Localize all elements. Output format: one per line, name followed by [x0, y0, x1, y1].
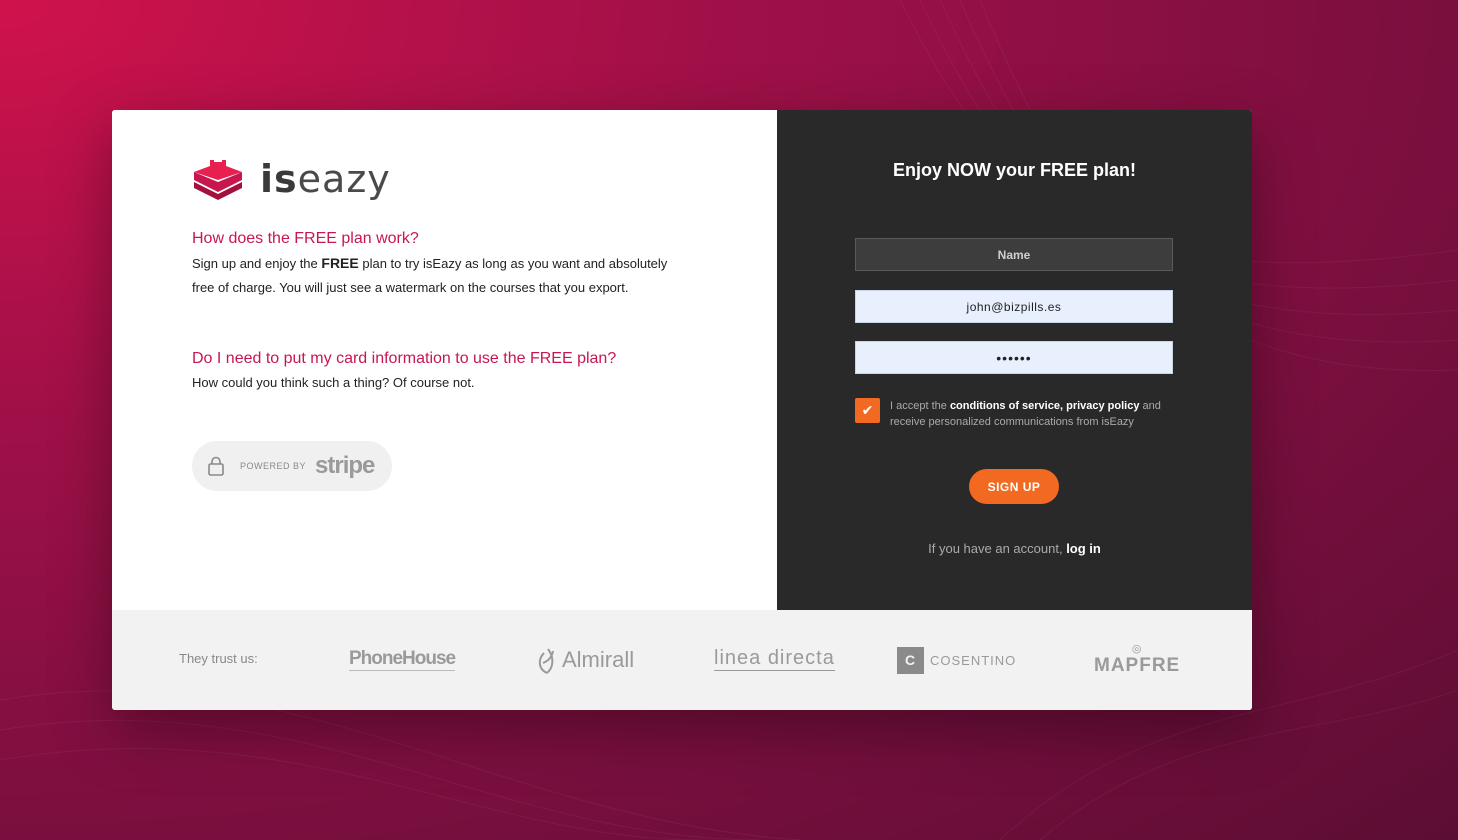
terms-text: I accept the conditions of service, priv… — [890, 400, 1161, 428]
faq-question-free-plan: How does the FREE plan work? — [192, 230, 419, 247]
signup-form-panel: Enjoy NOW your FREE plan! ✔ I accept the… — [777, 110, 1252, 610]
trust-label: They trust us: — [179, 651, 258, 666]
iseazy-logo: iseazy — [192, 158, 391, 200]
faq-answer-card-info: How could you think such a thing? Of cou… — [192, 375, 475, 390]
name-input[interactable] — [855, 238, 1173, 271]
faq-question-card-info: Do I need to put my card information to … — [192, 350, 617, 367]
conditions-of-service-link[interactable]: conditions of service — [950, 400, 1060, 412]
terms-checkbox[interactable]: ✔ — [855, 398, 880, 423]
stripe-logo: stripe — [315, 452, 375, 479]
email-input[interactable] — [855, 290, 1173, 323]
password-input[interactable] — [855, 341, 1173, 374]
checkmark-icon: ✔ — [861, 402, 874, 418]
login-link[interactable]: log in — [1066, 541, 1101, 556]
cosentino-logo: C COSENTINO — [897, 640, 1016, 680]
terms-consent: ✔ I accept the conditions of service, pr… — [855, 398, 1173, 430]
signup-card: iseazy How does the FREE plan work? Sign… — [112, 110, 1252, 710]
powered-by-label: POWERED BY — [240, 461, 307, 471]
lock-icon — [208, 456, 224, 476]
mapfre-logo: ◎ MAPFRE — [1094, 643, 1181, 676]
info-panel: iseazy How does the FREE plan work? Sign… — [112, 110, 777, 610]
signup-button[interactable]: SIGN UP — [969, 469, 1059, 504]
privacy-policy-link[interactable]: privacy policy — [1066, 400, 1139, 412]
signup-title: Enjoy NOW your FREE plan! — [892, 160, 1136, 180]
almirall-leaf-icon — [538, 648, 554, 674]
trust-footer: They trust us: PhoneHouse Almirall linea… — [112, 610, 1252, 710]
cosentino-mark: C — [897, 646, 924, 674]
login-prompt: If you have an account, log in — [928, 541, 1101, 556]
phonehouse-logo: PhoneHouse — [349, 648, 456, 671]
almirall-logo: Almirall — [536, 640, 634, 680]
iseazy-logo-icon — [194, 158, 242, 200]
lineadirecta-logo: linea directa — [714, 647, 835, 671]
mapfre-emblem-icon: ◎ — [1131, 643, 1143, 655]
powered-by-stripe-badge[interactable]: POWERED BY stripe — [192, 441, 392, 491]
faq-answer-free-plan: Sign up and enjoy the FREE plan to try i… — [192, 255, 668, 295]
iseazy-wordmark: iseazy — [260, 157, 391, 201]
